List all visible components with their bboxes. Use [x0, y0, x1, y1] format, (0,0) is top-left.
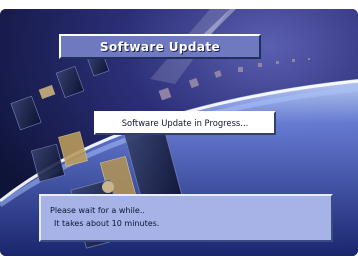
tv-screen: Software Update Software Update in Progr…	[0, 0, 358, 262]
message-line-2: It takes about 10 minutes.	[54, 219, 160, 228]
status-banner: Software Update in Progress...	[94, 111, 276, 135]
message-line-1: Please wait for a while..	[50, 206, 145, 215]
message-panel: Please wait for a while.. It takes about…	[39, 194, 333, 242]
status-text: Software Update in Progress...	[121, 118, 249, 128]
tv-display-area: Software Update Software Update in Progr…	[0, 9, 358, 256]
title-banner: Software Update	[59, 34, 261, 59]
page-title: Software Update	[99, 39, 221, 54]
